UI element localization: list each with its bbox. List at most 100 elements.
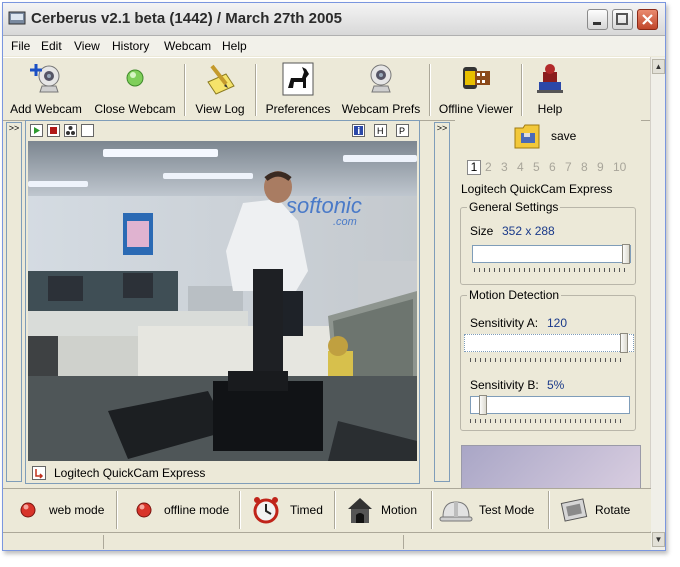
camera-number-2[interactable]: 2	[485, 160, 492, 174]
blank-toggle-button[interactable]	[81, 124, 94, 137]
toolbar-separator	[429, 64, 431, 116]
maximize-button[interactable]	[612, 9, 633, 30]
maximize-icon	[616, 13, 628, 25]
menu-webcam[interactable]: Webcam	[164, 39, 211, 53]
sensitivity-a-label: Sensitivity A:	[470, 316, 539, 330]
toolbar-separator	[184, 64, 186, 116]
sensitivity-a-ticks	[470, 358, 625, 362]
camera-number-9[interactable]: 9	[597, 160, 604, 174]
view-log-label: View Log	[195, 102, 245, 116]
minimize-icon	[593, 22, 601, 25]
size-slider[interactable]	[472, 244, 631, 264]
info-button[interactable]	[352, 124, 365, 137]
size-slider-ticks	[474, 268, 629, 272]
sensitivity-b-thumb[interactable]	[479, 395, 487, 415]
play-icon	[34, 127, 40, 134]
preferences-button[interactable]: Preferences	[262, 60, 334, 118]
timed-label: Timed	[290, 503, 323, 517]
sensitivity-a-slider[interactable]	[464, 333, 634, 353]
motion-label: Motion	[381, 503, 418, 517]
web-mode-button[interactable]: web mode	[19, 495, 114, 525]
right-collapse-toggle[interactable]: >>	[434, 122, 450, 482]
menu-edit[interactable]: Edit	[41, 39, 62, 53]
menu-bar: File Edit View History Webcam Help	[3, 36, 665, 56]
scroll-down-arrow[interactable]: ▼	[652, 532, 665, 547]
rotate-button[interactable]: Rotate	[559, 495, 639, 525]
sign-text: softonic	[286, 193, 362, 218]
add-webcam-label: Add Webcam	[10, 102, 82, 116]
menu-help[interactable]: Help	[222, 39, 247, 53]
rotate-icon	[560, 498, 588, 522]
main-toolbar: Add Webcam Close Webcam View Log Prefere…	[3, 57, 651, 121]
menu-file[interactable]: File	[11, 39, 30, 53]
status-divider	[403, 535, 404, 549]
toolbar-separator	[521, 64, 523, 116]
offline-viewer-label: Offline Viewer	[438, 102, 514, 116]
camera-number-6[interactable]: 6	[549, 160, 556, 174]
menu-view[interactable]: View	[74, 39, 100, 53]
vertical-scrollbar[interactable]: ▲ ▼	[650, 57, 665, 550]
scroll-up-arrow[interactable]: ▲	[652, 59, 665, 74]
add-webcam-button[interactable]: Add Webcam	[7, 60, 85, 118]
dog-icon	[282, 62, 314, 96]
play-button[interactable]	[30, 124, 43, 137]
sensitivity-b-value: 5%	[547, 378, 565, 392]
menu-history[interactable]: History	[112, 39, 149, 53]
record-button[interactable]	[47, 124, 60, 137]
camera-number-3[interactable]: 3	[501, 160, 508, 174]
p-button[interactable]: P	[396, 124, 409, 137]
mode-bar: web mode offline mode Timed Motion Test …	[3, 488, 651, 531]
camera-number-8[interactable]: 8	[581, 160, 588, 174]
camera-number-5[interactable]: 5	[533, 160, 540, 174]
sensitivity-b-slider[interactable]	[470, 395, 630, 415]
save-button[interactable]: save	[513, 120, 593, 152]
video-caption-bar: Logitech QuickCam Express	[28, 464, 417, 482]
camera-number-10[interactable]: 10	[613, 160, 626, 174]
webcam-video-feed: softonic .com	[28, 141, 417, 461]
preferences-label: Preferences	[265, 102, 331, 116]
collapse-right-label: >>	[436, 123, 448, 133]
webcam-prefs-button[interactable]: Webcam Prefs	[338, 60, 424, 118]
bottom-separator	[548, 491, 550, 529]
minimize-button[interactable]	[587, 9, 608, 30]
video-panel: H P softonic .com Logitech QuickCam Expr…	[25, 120, 420, 484]
h-button[interactable]: H	[374, 124, 387, 137]
title-bar[interactable]: Cerberus v2.1 beta (1442) / March 27th 2…	[3, 3, 665, 36]
help-stamp-icon	[537, 64, 563, 93]
help-label: Help	[537, 102, 563, 116]
video-caption-label: Logitech QuickCam Express	[54, 466, 206, 480]
camera-number-4[interactable]: 4	[517, 160, 524, 174]
sensitivity-a-thumb[interactable]	[620, 333, 628, 353]
svg-text:H: H	[377, 126, 384, 136]
settings-panel: save 1 2 3 4 5 6 7 8 9 10 Logitech Quick…	[455, 120, 643, 489]
app-window: Cerberus v2.1 beta (1442) / March 27th 2…	[2, 2, 666, 551]
help-button[interactable]: Help	[527, 60, 573, 118]
close-icon	[642, 14, 653, 25]
offline-mode-label: offline mode	[164, 503, 230, 517]
film-canister-icon	[463, 67, 490, 89]
status-pane-left	[3, 535, 104, 549]
motion-preview-area	[461, 445, 641, 489]
hard-hat-icon	[439, 501, 473, 522]
close-window-button[interactable]	[637, 9, 658, 30]
camera-number-1[interactable]: 1	[467, 160, 481, 175]
sensitivity-b-ticks	[470, 419, 625, 423]
sensitivity-a-value: 120	[547, 316, 568, 330]
view-log-button[interactable]: View Log	[191, 60, 249, 118]
stop-icon	[50, 127, 57, 134]
settings-small-button[interactable]	[64, 124, 77, 137]
test-mode-button[interactable]: Test Mode	[439, 495, 543, 525]
left-collapse-toggle[interactable]: >>	[6, 122, 22, 482]
motion-detection-title: Motion Detection	[467, 288, 562, 302]
camera-number-7[interactable]: 7	[565, 160, 572, 174]
offline-mode-button[interactable]: offline mode	[135, 495, 235, 525]
motion-button[interactable]: Motion	[345, 495, 425, 525]
timed-button[interactable]: Timed	[252, 495, 324, 525]
close-webcam-button[interactable]: Close Webcam	[91, 60, 179, 118]
camera-selector: 1 2 3 4 5 6 7 8 9 10	[467, 160, 643, 176]
offline-viewer-button[interactable]: Offline Viewer	[436, 60, 516, 118]
green-light-icon	[126, 69, 144, 87]
size-slider-thumb[interactable]	[622, 244, 630, 264]
sign-subtext: .com	[333, 216, 357, 228]
add-webcam-icon	[30, 64, 60, 93]
